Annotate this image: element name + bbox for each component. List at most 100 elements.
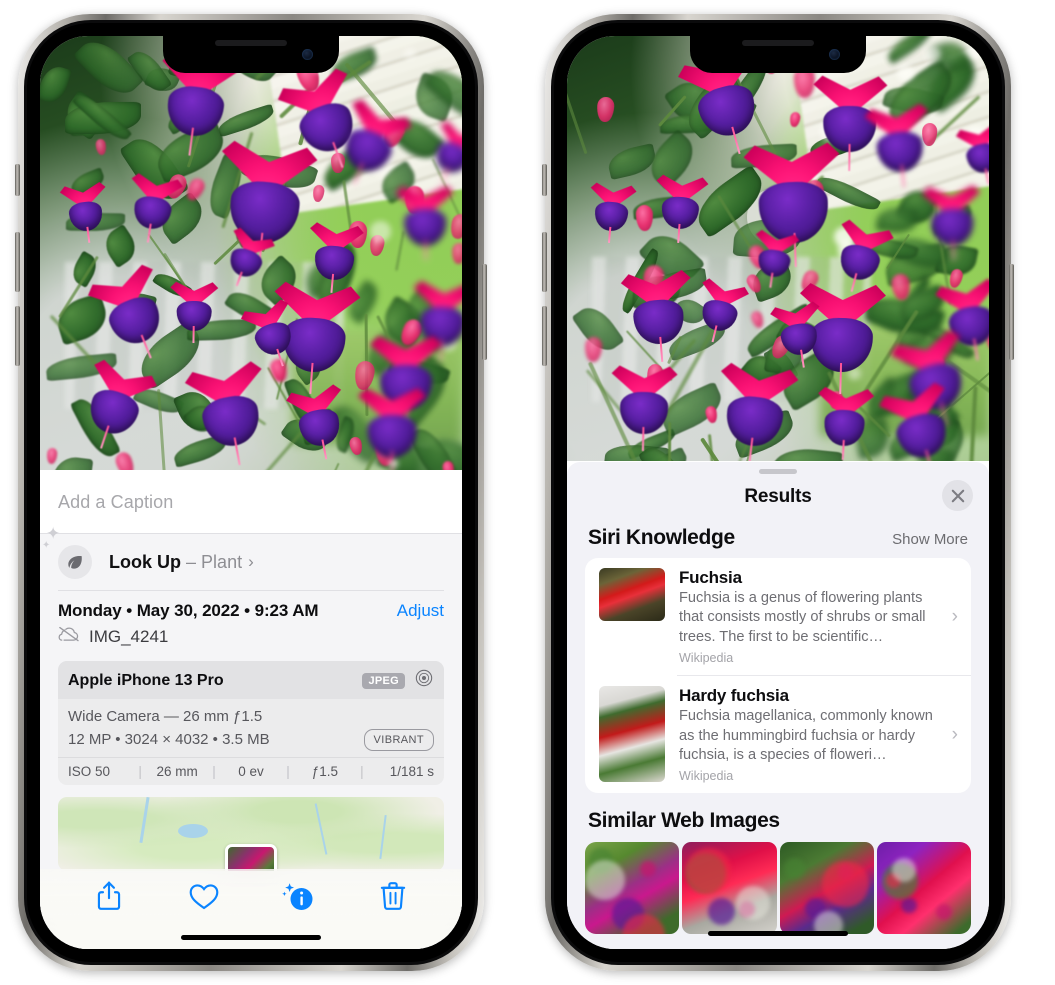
photo-filename: IMG_4241 xyxy=(89,626,169,646)
photographic-style-badge: VIBRANT xyxy=(363,728,434,751)
flower-stamens xyxy=(848,144,851,171)
fuchsia-blossom xyxy=(653,174,709,243)
map-river-1 xyxy=(139,797,150,843)
map-lake xyxy=(177,823,208,838)
similar-image-2[interactable] xyxy=(682,842,777,935)
earpiece-speaker xyxy=(215,40,287,46)
look-up-title: Look Up xyxy=(109,551,181,572)
knowledge-source: Wikipedia xyxy=(679,769,734,784)
image-texture-blob xyxy=(640,860,656,877)
knowledge-source: Wikipedia xyxy=(679,651,734,666)
chevron-right-icon: › xyxy=(951,723,958,745)
image-texture-blob xyxy=(892,858,916,883)
favorite-button[interactable] xyxy=(183,875,225,917)
flower-corolla xyxy=(723,393,786,450)
adjust-button[interactable]: Adjust xyxy=(397,601,444,621)
front-camera-icon xyxy=(829,49,840,60)
caption-row[interactable]: Add a Caption xyxy=(40,471,462,533)
similar-image-3[interactable] xyxy=(779,842,874,935)
similar-image-4[interactable] xyxy=(876,842,971,935)
map-river-3 xyxy=(379,814,387,860)
fuchsia-blossom xyxy=(306,222,365,294)
map-photo-pin[interactable] xyxy=(225,844,277,871)
flower-stamens xyxy=(192,326,195,344)
metadata-date-row: Monday • May 30, 2022 • 9:23 AM Adjust xyxy=(58,601,444,621)
visual-lookup-results-sheet: Results Siri Knowledge Show More Fuchsia… xyxy=(567,462,989,949)
display-notch xyxy=(163,36,339,73)
camera-device-name: Apple iPhone 13 Pro xyxy=(68,671,224,689)
similar-image-1[interactable] xyxy=(585,842,680,935)
aperture-icon xyxy=(414,668,434,693)
setting-shutter: 1/181 s xyxy=(389,764,435,779)
image-texture-blob xyxy=(585,860,626,901)
volume-down-button[interactable] xyxy=(15,306,20,366)
left-phone-screen: Add a Caption ✦ ✦ Look Up – Plant › Mond… xyxy=(40,36,462,949)
side-power-button[interactable] xyxy=(482,264,487,360)
exif-card[interactable]: Apple iPhone 13 Pro JPEG Wide Camera — 2… xyxy=(58,661,444,785)
image-texture-blob xyxy=(686,848,731,893)
look-up-label: Look Up – Plant xyxy=(109,552,242,573)
look-up-row[interactable]: ✦ ✦ Look Up – Plant › xyxy=(42,524,444,590)
fuchsia-blossom xyxy=(922,185,982,261)
image-texture-blob xyxy=(708,897,736,926)
display-notch xyxy=(690,36,866,73)
knowledge-text: Hardy fuchsia Fuchsia magellanica, commo… xyxy=(665,686,959,783)
fuchsia-blossom xyxy=(620,269,696,362)
section-title-similar-web-images: Similar Web Images xyxy=(588,809,780,833)
volume-down-button[interactable] xyxy=(542,306,547,366)
exif-settings-row: ISO 50 | 26 mm | 0 ev | ƒ1.5 | 1/181 s xyxy=(58,757,444,785)
flower-corolla xyxy=(893,409,952,461)
metadata-file-row: IMG_4241 xyxy=(58,626,444,647)
front-camera-icon xyxy=(302,49,313,60)
results-title: Results xyxy=(744,486,812,507)
left-phone-device: Add a Caption ✦ ✦ Look Up – Plant › Mond… xyxy=(15,14,487,971)
close-button[interactable] xyxy=(942,480,973,511)
exif-header: Apple iPhone 13 Pro JPEG xyxy=(58,661,444,699)
setting-aperture: ƒ1.5 xyxy=(311,764,339,779)
image-texture-blob xyxy=(735,885,770,921)
info-button[interactable] xyxy=(277,875,319,917)
bokeh-highlight xyxy=(925,46,942,62)
setting-focal: 26 mm xyxy=(156,764,198,779)
leaf-icon xyxy=(58,545,92,579)
photo-viewer[interactable] xyxy=(40,36,462,470)
share-button[interactable] xyxy=(88,875,130,917)
exif-header-right: JPEG xyxy=(362,668,434,693)
knowledge-description: Fuchsia is a genus of flowering plants t… xyxy=(679,590,926,645)
show-more-button[interactable]: Show More xyxy=(892,531,968,548)
knowledge-thumbnail xyxy=(599,686,665,783)
siri-knowledge-card: Fuchsia Fuchsia is a genus of flowering … xyxy=(585,558,971,794)
caption-placeholder[interactable]: Add a Caption xyxy=(58,492,173,513)
flower-stamens xyxy=(391,450,394,470)
right-phone-device: Results Siri Knowledge Show More Fuchsia… xyxy=(542,14,1014,971)
home-indicator[interactable] xyxy=(708,931,848,936)
results-header: Results xyxy=(567,474,989,520)
fuchsia-blossom xyxy=(864,103,935,188)
location-map-thumbnail[interactable] xyxy=(58,797,444,871)
fuchsia-blossom xyxy=(815,387,874,460)
knowledge-item-fuchsia[interactable]: Fuchsia Fuchsia is a genus of flowering … xyxy=(585,558,971,675)
ring-silent-switch[interactable] xyxy=(542,164,547,196)
fuchsia-blossom xyxy=(395,185,454,261)
image-texture-blob xyxy=(901,897,917,914)
fuchsia-blossom xyxy=(587,182,637,243)
flower-corolla xyxy=(698,297,740,335)
map-river-2 xyxy=(315,803,328,855)
ring-silent-switch[interactable] xyxy=(15,164,20,196)
knowledge-item-hardy-fuchsia[interactable]: Hardy fuchsia Fuchsia magellanica, commo… xyxy=(585,676,971,793)
fuchsia-blossom xyxy=(358,388,426,470)
resolution-row: 12 MP • 3024 × 4032 • 3.5 MB VIBRANT xyxy=(68,728,434,751)
volume-up-button[interactable] xyxy=(542,232,547,292)
home-indicator[interactable] xyxy=(181,935,321,940)
knowledge-title: Fuchsia xyxy=(679,568,742,587)
volume-up-button[interactable] xyxy=(15,232,20,292)
lookup-block: ✦ ✦ Look Up – Plant › Monday • May 30, 2… xyxy=(40,524,462,651)
photo-info-sheet: Add a Caption ✦ ✦ Look Up – Plant › Mond… xyxy=(40,471,462,949)
flower-corolla xyxy=(131,193,174,233)
delete-button[interactable] xyxy=(372,875,414,917)
fuchsia-blossom xyxy=(59,181,111,243)
side-power-button[interactable] xyxy=(1009,264,1014,360)
flower-corolla xyxy=(164,83,227,140)
file-format-badge: JPEG xyxy=(362,672,405,689)
photo-viewer[interactable] xyxy=(567,36,989,461)
